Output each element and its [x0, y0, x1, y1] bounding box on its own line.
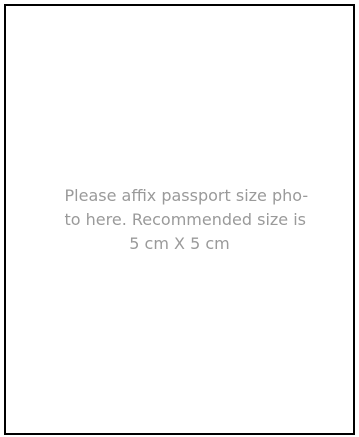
instruction-line-1: Please affix passport size pho- — [64, 185, 309, 205]
photo-instruction-text: Please affix passport size pho- to here.… — [64, 184, 309, 256]
instruction-line-2: to here. Recommended size is — [64, 209, 307, 229]
instruction-line-3: 5 cm X 5 cm — [129, 233, 230, 253]
passport-photo-box: Please affix passport size pho- to here.… — [4, 4, 355, 435]
